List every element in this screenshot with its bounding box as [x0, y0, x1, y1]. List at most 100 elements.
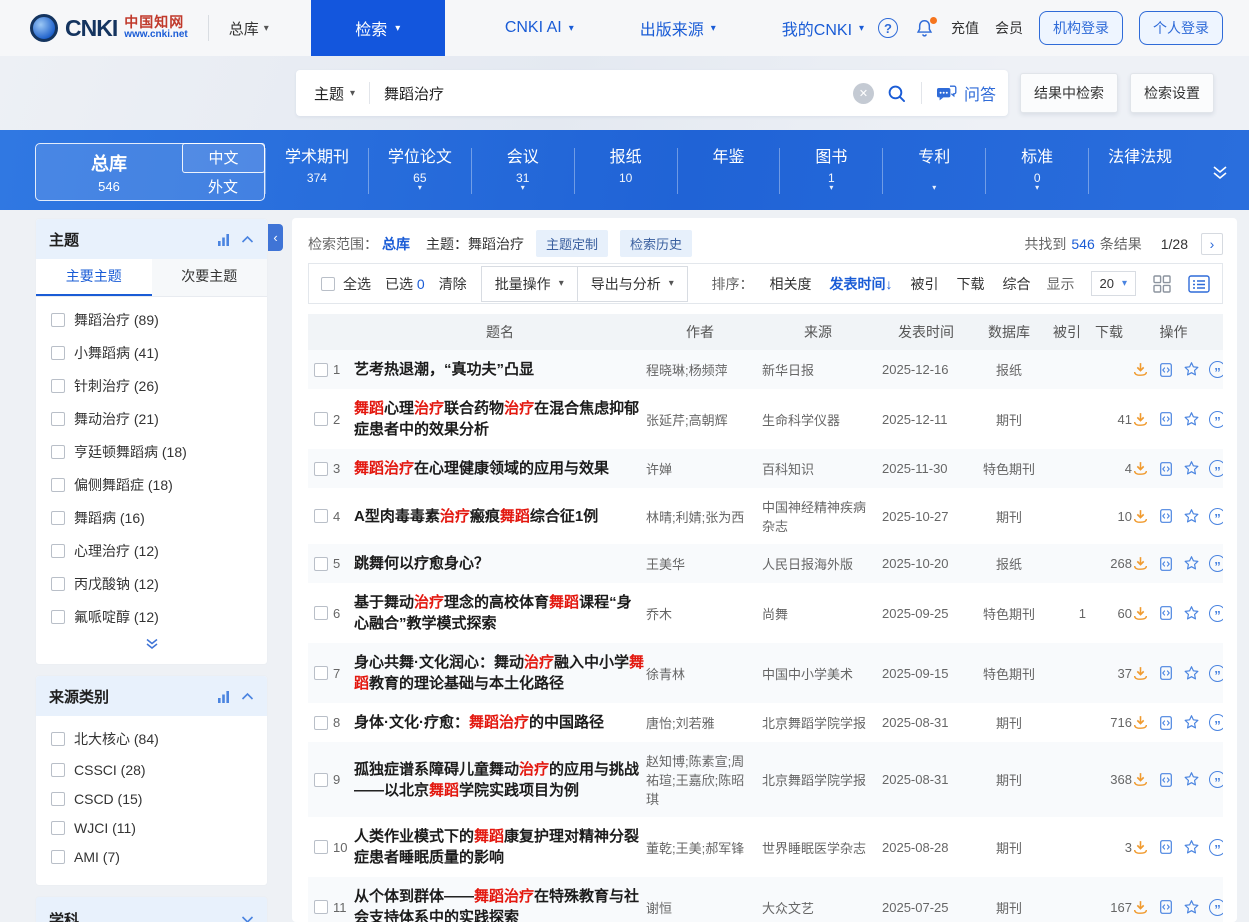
filter-item[interactable]: 偏侧舞蹈症 (18) — [36, 468, 267, 501]
list-view-icon[interactable] — [1188, 274, 1210, 294]
checkbox[interactable] — [51, 511, 65, 525]
download-icon[interactable] — [1132, 508, 1149, 525]
checkbox[interactable] — [314, 716, 328, 730]
db-category[interactable]: 年鉴 — [677, 148, 780, 194]
result-authors[interactable]: 谢恒 — [646, 898, 762, 917]
favorite-star-icon[interactable] — [1183, 361, 1200, 378]
result-title[interactable]: 舞蹈治疗在心理健康领域的应用与效果 — [354, 458, 646, 479]
sidebar-collapse-handle[interactable]: ‹ — [268, 224, 283, 251]
filter-item[interactable]: AMI (7) — [36, 842, 267, 871]
scope-database[interactable]: 总库 — [382, 234, 410, 254]
checkbox[interactable] — [51, 763, 65, 777]
result-title[interactable]: 舞蹈心理治疗联合药物治疗在混合焦虑抑郁症患者中的效果分析 — [354, 398, 646, 440]
filter-item[interactable]: 舞动治疗 (21) — [36, 402, 267, 435]
chevron-up-icon[interactable] — [241, 692, 254, 701]
tab-secondary-topic[interactable]: 次要主题 — [152, 259, 268, 296]
download-icon[interactable] — [1132, 605, 1149, 622]
filter-item[interactable]: 针刺治疗 (26) — [36, 369, 267, 402]
result-title[interactable]: 人类作业模式下的舞蹈康复护理对精神分裂症患者睡眠质量的影响 — [354, 826, 646, 868]
checkbox[interactable] — [51, 445, 65, 459]
filter-item[interactable]: CSSCI (28) — [36, 755, 267, 784]
sort-option[interactable]: 发表时间↓ — [830, 274, 893, 294]
result-source[interactable]: 新华日报 — [762, 360, 882, 379]
result-source[interactable]: 尚舞 — [762, 604, 882, 623]
lang-tab-chinese[interactable]: 中文 — [182, 143, 265, 173]
result-source[interactable]: 中国神经精神疾病杂志 — [762, 497, 882, 535]
source-type-section-header[interactable]: 来源类别 — [36, 676, 267, 716]
db-main-total[interactable]: 总库 546 — [36, 144, 182, 200]
html-read-icon[interactable] — [1158, 605, 1174, 621]
result-title[interactable]: 从个体到群体——舞蹈治疗在特殊教育与社会支持体系中的实践探索 — [354, 886, 646, 922]
result-title[interactable]: 孤独症谱系障碍儿童舞动治疗的应用与挑战——以北京舞蹈学院实践项目为例 — [354, 759, 646, 801]
cite-quote-icon[interactable]: ” — [1209, 411, 1223, 428]
db-main-tab[interactable]: 总库 546 中文 外文 — [35, 143, 265, 201]
html-read-icon[interactable] — [1158, 411, 1174, 427]
result-title[interactable]: 跳舞何以疗愈身心？ — [354, 553, 646, 574]
result-source[interactable]: 世界睡眠医学杂志 — [762, 838, 882, 857]
filter-item[interactable]: CSCD (15) — [36, 784, 267, 813]
cite-quote-icon[interactable]: ” — [1209, 899, 1223, 916]
cite-quote-icon[interactable]: ” — [1209, 771, 1223, 788]
filter-item[interactable]: 亨廷顿舞蹈病 (18) — [36, 435, 267, 468]
result-source[interactable]: 大众文艺 — [762, 898, 882, 917]
filter-item[interactable]: 丙戊酸钠 (12) — [36, 567, 267, 600]
nav-publish-source[interactable]: 出版来源▾ — [640, 16, 716, 40]
filter-item[interactable]: 北大核心 (84) — [36, 722, 267, 755]
help-icon[interactable]: ? — [878, 18, 898, 38]
column-title[interactable]: 题名 — [354, 322, 646, 342]
favorite-star-icon[interactable] — [1183, 665, 1200, 682]
personal-login-button[interactable]: 个人登录 — [1139, 11, 1223, 45]
result-title[interactable]: A型肉毒毒素治疗瘢痕舞蹈综合征1例 — [354, 506, 646, 527]
page-size-select[interactable]: 20▾ — [1091, 271, 1137, 296]
cite-quote-icon[interactable]: ” — [1209, 508, 1223, 525]
checkbox[interactable] — [314, 606, 328, 620]
checkbox[interactable] — [51, 792, 65, 806]
topic-custom-button[interactable]: 主题定制 — [536, 230, 608, 257]
checkbox[interactable] — [314, 509, 328, 523]
result-source[interactable]: 人民日报海外版 — [762, 554, 882, 573]
checkbox[interactable] — [314, 773, 328, 787]
result-authors[interactable]: 徐青林 — [646, 664, 762, 683]
favorite-star-icon[interactable] — [1183, 714, 1200, 731]
result-source[interactable]: 生命科学仪器 — [762, 410, 882, 429]
download-icon[interactable] — [1132, 460, 1149, 477]
checkbox[interactable] — [51, 346, 65, 360]
chevron-down-icon[interactable] — [241, 915, 254, 922]
database-menu[interactable]: 总库 ▾ — [229, 18, 269, 39]
clear-search-icon[interactable]: ✕ — [853, 83, 874, 104]
db-category[interactable]: 标准0▾ — [985, 148, 1088, 194]
member-link[interactable]: 会员 — [995, 18, 1023, 38]
expand-more-topics-icon[interactable] — [36, 635, 267, 664]
sort-option[interactable]: 被引 — [911, 274, 939, 294]
result-source[interactable]: 北京舞蹈学院学报 — [762, 713, 882, 732]
cite-quote-icon[interactable]: ” — [1209, 555, 1223, 572]
select-all-checkbox[interactable] — [321, 277, 335, 291]
lang-tab-foreign[interactable]: 外文 — [182, 173, 264, 201]
html-read-icon[interactable] — [1158, 362, 1174, 378]
checkbox[interactable] — [314, 363, 328, 377]
sort-option[interactable]: 下载 — [957, 274, 985, 294]
cite-quote-icon[interactable]: ” — [1209, 839, 1223, 856]
checkbox[interactable] — [314, 412, 328, 426]
result-authors[interactable]: 程晓琳;杨频萍 — [646, 360, 762, 379]
filter-item[interactable]: WJCI (11) — [36, 813, 267, 842]
next-page-button[interactable]: › — [1201, 233, 1223, 255]
favorite-star-icon[interactable] — [1183, 771, 1200, 788]
db-category[interactable]: 会议31▾ — [471, 148, 574, 194]
nav-my-cnki[interactable]: 我的CNKI▾ — [782, 16, 864, 40]
checkbox[interactable] — [51, 577, 65, 591]
search-settings-button[interactable]: 检索设置 — [1130, 73, 1214, 113]
download-icon[interactable] — [1132, 899, 1149, 916]
column-downloads[interactable]: 下载 — [1086, 322, 1132, 342]
result-title[interactable]: 身心共舞·文化润心：舞动治疗融入中小学舞蹈教育的理论基础与本土化路径 — [354, 652, 646, 694]
search-field-select[interactable]: 主题 ▾ — [314, 83, 355, 104]
nav-cnki-ai[interactable]: CNKI AI▾ — [505, 19, 574, 37]
tab-search[interactable]: 检索 ▾ — [311, 0, 445, 56]
html-read-icon[interactable] — [1158, 899, 1174, 915]
download-icon[interactable] — [1132, 411, 1149, 428]
result-authors[interactable]: 唐怡;刘若雅 — [646, 713, 762, 732]
checkbox[interactable] — [51, 478, 65, 492]
checkbox[interactable] — [51, 610, 65, 624]
favorite-star-icon[interactable] — [1183, 839, 1200, 856]
topic-section-header[interactable]: 主题 — [36, 219, 267, 259]
